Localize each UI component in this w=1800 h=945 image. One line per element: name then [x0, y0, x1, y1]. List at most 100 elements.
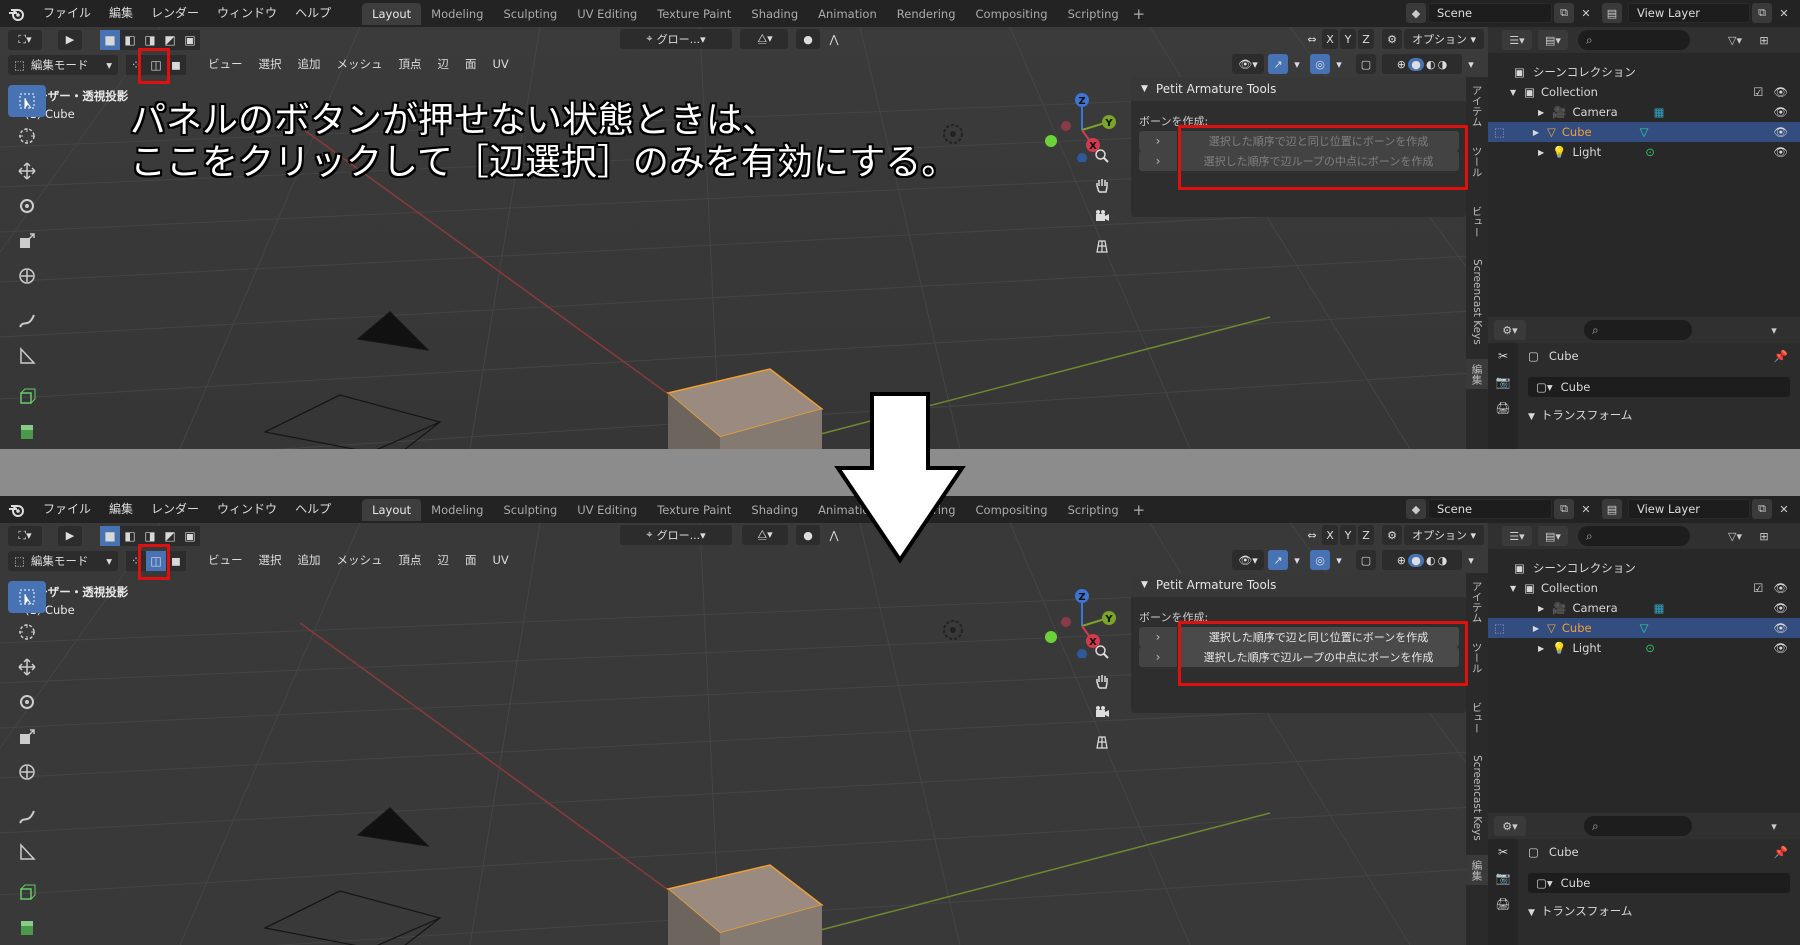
measure-tool-icon[interactable] [8, 340, 46, 372]
output-tab-icon[interactable]: 🖨 [1488, 891, 1518, 917]
annotate-tool-icon[interactable] [8, 305, 46, 337]
visibility-icon[interactable]: 👁▾ [1232, 550, 1264, 570]
close-view-layer-icon[interactable]: ✕ [1774, 499, 1794, 519]
expand-arrow-icon[interactable]: ▶ [1538, 604, 1544, 613]
display-mode-icon[interactable]: ▤▾ [1538, 526, 1568, 546]
annotate-tool-icon[interactable] [8, 801, 46, 833]
gizmo-toggle-icon[interactable]: ↗ [1268, 54, 1288, 74]
overlay-dropdown-icon[interactable]: ▾ [1332, 550, 1346, 570]
select-tool-icon[interactable]: ▶ [58, 29, 82, 50]
outliner-row-camera[interactable]: ▶ 🎥 Camera ▦ 👁 [1488, 598, 1800, 618]
tab-texture-paint[interactable]: Texture Paint [647, 3, 741, 25]
dropdown-icon[interactable]: ▾ [1764, 816, 1784, 836]
select-subtract-icon[interactable]: ◨ [140, 29, 160, 50]
object-data-field[interactable]: ▢▾ Cube [1528, 377, 1790, 397]
shading-dropdown-icon[interactable]: ▾ [1464, 550, 1478, 570]
wireframe-shading-icon[interactable]: ⊕ [1397, 58, 1406, 71]
menu-select[interactable]: 選択 [251, 548, 290, 573]
axis-y-toggle[interactable]: Y [1340, 525, 1356, 545]
menu-help[interactable]: ヘルプ [286, 496, 340, 523]
new-collection-icon[interactable]: ⊞ [1754, 526, 1774, 546]
render-tab-icon[interactable]: 📷 [1488, 369, 1518, 395]
cursor-tool-icon[interactable] [8, 616, 46, 648]
rotate-tool-icon[interactable] [8, 190, 46, 222]
select-box-tool-icon[interactable] [8, 581, 46, 613]
chevron-right-icon[interactable]: › [1139, 131, 1177, 151]
add-workspace-button[interactable]: + [1129, 501, 1149, 519]
solid-shading-icon[interactable]: ● [1408, 57, 1424, 71]
outliner-row-light[interactable]: ▶ 💡 Light ⊙ 👁 [1488, 638, 1800, 658]
overlay-toggle-icon[interactable]: ◎ [1310, 54, 1330, 74]
proportional-edit-icon[interactable]: ● [796, 525, 820, 545]
tab-screencast-keys[interactable]: Screencast Keys [1466, 753, 1488, 843]
gizmo-toggle-icon[interactable]: ↗ [1268, 550, 1288, 570]
material-shading-icon[interactable]: ◐ [1426, 58, 1436, 71]
eye-icon[interactable]: 👁 [1773, 601, 1788, 615]
add-cube-tool-icon[interactable] [8, 877, 46, 909]
tab-tool[interactable]: ツール [1466, 633, 1488, 683]
rendered-shading-icon[interactable]: ◑ [1438, 554, 1448, 567]
options-dropdown[interactable]: オプション ▾ [1404, 525, 1484, 545]
editor-type-icon[interactable]: ⛶▾ [8, 29, 42, 50]
tab-uv-editing[interactable]: UV Editing [567, 499, 647, 521]
rotate-tool-icon[interactable] [8, 686, 46, 718]
expand-arrow-icon[interactable]: ▶ [1538, 108, 1544, 117]
close-view-layer-icon[interactable]: ✕ [1774, 3, 1794, 23]
visibility-icon[interactable]: 👁▾ [1232, 54, 1264, 74]
tab-item[interactable]: アイテム [1466, 81, 1488, 131]
proportional-edit-icon[interactable]: ● [796, 29, 820, 49]
search-input[interactable]: ⌕ [1578, 30, 1690, 50]
perspective-grid-icon[interactable] [1089, 233, 1115, 259]
material-shading-icon[interactable]: ◐ [1426, 554, 1436, 567]
select-new-icon[interactable]: ■ [100, 29, 120, 50]
eye-icon[interactable]: 👁 [1773, 641, 1788, 655]
menu-face[interactable]: 面 [457, 52, 485, 77]
orientation-dropdown[interactable]: ⌖ グロー... ▾ [620, 525, 732, 545]
axis-gizmo[interactable]: Z Y X [1040, 578, 1120, 658]
options-dropdown[interactable]: オプション ▾ [1404, 29, 1484, 49]
axis-gizmo[interactable]: Z Y X [1040, 82, 1120, 162]
view-layer-field[interactable]: View Layer [1628, 3, 1750, 23]
editor-type-icon[interactable]: ⚙▾ [1494, 816, 1526, 836]
expand-arrow-icon[interactable]: ▼ [1510, 584, 1516, 593]
outliner-row-light[interactable]: ▶ 💡 Light ⊙ 👁 [1488, 142, 1800, 162]
blender-logo-icon[interactable] [0, 0, 34, 27]
edit-mode-icon[interactable]: ⬚ [1494, 621, 1505, 635]
measure-tool-icon[interactable] [8, 836, 46, 868]
tab-shading[interactable]: Shading [741, 3, 808, 25]
outliner-row-scene-collection[interactable]: ▣ シーンコレクション [1488, 62, 1800, 82]
copy-view-layer-icon[interactable]: ⧉ [1752, 499, 1772, 519]
wrench-icon[interactable]: ⚙ [1382, 525, 1402, 545]
perspective-grid-icon[interactable] [1089, 729, 1115, 755]
menu-face[interactable]: 面 [457, 548, 485, 573]
eye-icon[interactable]: 👁 [1773, 145, 1788, 159]
transform-section[interactable]: ▼ トランスフォーム [1528, 903, 1632, 919]
move-tool-icon[interactable] [8, 155, 46, 187]
select-new-icon[interactable]: ■ [100, 525, 120, 546]
dropdown-icon[interactable]: ▾ [1764, 320, 1784, 340]
axis-z-toggle[interactable]: Z [1358, 525, 1374, 545]
menu-edge[interactable]: 辺 [430, 52, 458, 77]
expand-arrow-icon[interactable]: ▶ [1533, 624, 1539, 633]
transform-tool-icon[interactable] [8, 260, 46, 292]
tab-layout[interactable]: Layout [362, 498, 422, 521]
add-cube-tool-icon[interactable] [8, 381, 46, 413]
filter-icon[interactable]: ▽▾ [1720, 526, 1750, 546]
mirror-icon[interactable]: ⇔ [1302, 525, 1322, 545]
tab-edit[interactable]: 編集 [1466, 855, 1488, 885]
menu-mesh[interactable]: メッシュ [329, 548, 391, 573]
view-layer-icon[interactable]: ▤ [1602, 3, 1622, 23]
checkbox-icon[interactable]: ☑ [1753, 581, 1763, 595]
menu-uv[interactable]: UV [485, 52, 517, 77]
select-extend-icon[interactable]: ◧ [120, 525, 140, 546]
gizmo-dropdown-icon[interactable]: ▾ [1290, 54, 1304, 74]
select-invert-icon[interactable]: ◩ [160, 29, 180, 50]
menu-file[interactable]: ファイル [34, 496, 100, 523]
new-collection-icon[interactable]: ⊞ [1754, 30, 1774, 50]
pan-hand-icon[interactable] [1089, 173, 1115, 199]
add-workspace-button[interactable]: + [1129, 5, 1149, 23]
menu-window[interactable]: ウィンドウ [208, 0, 286, 27]
overlay-toggle-icon[interactable]: ◎ [1310, 550, 1330, 570]
menu-window[interactable]: ウィンドウ [208, 496, 286, 523]
output-tab-icon[interactable]: 🖨 [1488, 395, 1518, 421]
